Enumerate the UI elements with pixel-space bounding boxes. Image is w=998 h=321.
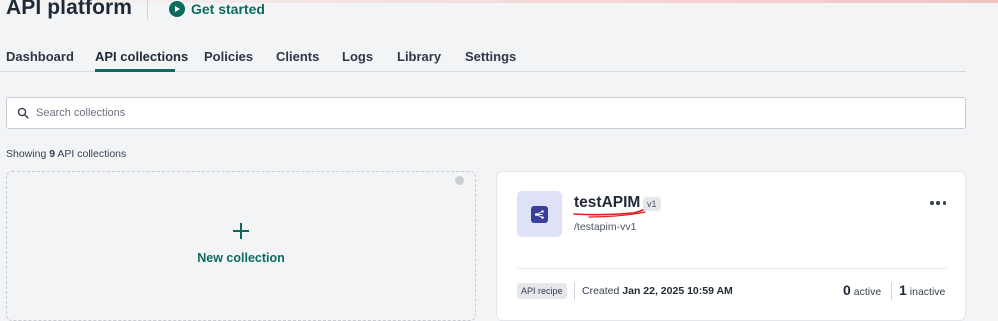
- new-collection-card[interactable]: New collection: [6, 171, 476, 321]
- active-count-number: 0: [843, 282, 851, 298]
- count-divider: [891, 282, 892, 300]
- count-suffix: API collections: [57, 148, 127, 160]
- page-header: API platform Get started: [0, 0, 998, 30]
- count-number: 9: [49, 148, 56, 160]
- count-prefix: Showing: [6, 148, 47, 160]
- main-tabs: Dashboard API collections Policies Clien…: [0, 44, 966, 72]
- new-collection-label: New collection: [197, 251, 285, 265]
- plus-icon: [233, 223, 249, 239]
- active-tab-indicator: [95, 69, 175, 72]
- page-title: API platform: [6, 0, 133, 19]
- recipe-badge: API recipe: [517, 283, 567, 299]
- tab-library[interactable]: Library: [397, 49, 441, 64]
- meta-divider: [574, 282, 575, 300]
- tab-clients[interactable]: Clients: [276, 49, 319, 64]
- collections-count-text: Showing 9 API collections: [6, 148, 126, 160]
- tab-policies[interactable]: Policies: [204, 49, 253, 64]
- created-prefix: Created: [582, 285, 620, 297]
- created-date: Jan 22, 2025 10:59 AM: [622, 285, 733, 297]
- tab-logs[interactable]: Logs: [342, 49, 373, 64]
- get-started-label: Get started: [191, 1, 265, 17]
- more-horizontal-icon[interactable]: [930, 200, 946, 206]
- active-count: 0 active: [843, 282, 881, 298]
- created-info: Created Jan 22, 2025 10:59 AM: [582, 285, 733, 297]
- get-started-link[interactable]: Get started: [169, 1, 265, 17]
- active-count-label: active: [853, 286, 882, 298]
- tab-api-collections[interactable]: API collections: [95, 49, 188, 64]
- tab-settings[interactable]: Settings: [465, 49, 516, 64]
- search-icon: [17, 107, 29, 119]
- collection-path: /testapim-vv1: [574, 221, 637, 233]
- version-badge: v1: [643, 197, 661, 211]
- inactive-count: 1 inactive: [899, 282, 945, 298]
- search-input[interactable]: [36, 107, 936, 119]
- title-divider: [147, 0, 148, 20]
- inactive-count-label: inactive: [909, 286, 946, 298]
- card-divider: [517, 268, 947, 269]
- status-dot: [455, 176, 464, 185]
- collection-card[interactable]: testAPIM v1 /testapim-vv1 API recipe Cre…: [496, 171, 966, 321]
- api-collection-icon: [517, 191, 562, 237]
- inactive-count-number: 1: [899, 282, 907, 298]
- play-circle-icon: [169, 1, 185, 17]
- tab-dashboard[interactable]: Dashboard: [6, 49, 74, 64]
- search-box: [6, 97, 966, 129]
